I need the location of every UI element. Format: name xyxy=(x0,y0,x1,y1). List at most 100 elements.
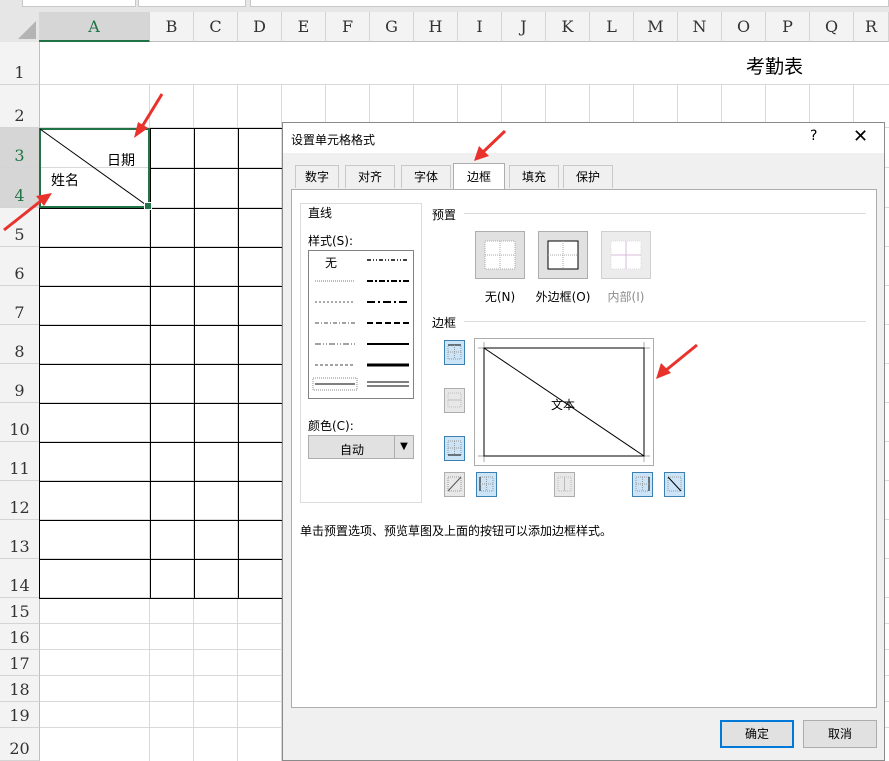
style-label: 样式(S): xyxy=(308,234,354,248)
row-header-12[interactable]: 12 xyxy=(0,481,40,520)
tab-alignment[interactable]: 对齐 xyxy=(345,165,395,188)
column-header-l[interactable]: L xyxy=(590,12,634,42)
row-header-9[interactable]: 9 xyxy=(0,364,40,403)
table-border xyxy=(39,520,282,521)
close-button[interactable]: ✕ xyxy=(853,126,868,147)
table-border xyxy=(39,442,282,443)
row-header-16[interactable]: 16 xyxy=(0,624,40,650)
border-bottom-button[interactable] xyxy=(444,436,465,461)
name-box-remnant[interactable] xyxy=(22,0,136,7)
table-border xyxy=(39,481,282,482)
hint-text: 单击预置选项、预览草图及上面的按钮可以添加边框样式。 xyxy=(300,524,613,538)
preset-none-button[interactable] xyxy=(475,231,525,279)
row-header-2[interactable]: 2 xyxy=(0,85,40,128)
row-header-13[interactable]: 13 xyxy=(0,520,40,559)
table-border xyxy=(39,559,282,560)
red-arrow-icon xyxy=(656,343,698,379)
style-none-label: 无 xyxy=(325,256,338,270)
border-top-icon xyxy=(447,344,462,360)
border-right-button[interactable] xyxy=(632,472,653,497)
tab-protection[interactable]: 保护 xyxy=(563,165,613,188)
preset-inside-button[interactable] xyxy=(601,231,651,279)
ok-button[interactable]: 确定 xyxy=(720,720,794,748)
row-header-6[interactable]: 6 xyxy=(0,247,40,286)
column-header-g[interactable]: G xyxy=(370,12,414,42)
preset-label: 预置 xyxy=(432,208,457,222)
preset-inside-icon xyxy=(610,240,642,270)
title-cell[interactable]: 考勤表 xyxy=(746,52,803,79)
red-arrow-icon xyxy=(474,129,507,161)
border-left-icon xyxy=(479,476,494,492)
column-header-m[interactable]: M xyxy=(634,12,678,42)
column-header-q[interactable]: Q xyxy=(810,12,854,42)
row-header-20[interactable]: 20 xyxy=(0,728,40,761)
border-inside-horizontal-button[interactable] xyxy=(444,388,465,413)
row-header-17[interactable]: 17 xyxy=(0,650,40,676)
border-preview[interactable]: 文本 xyxy=(474,338,654,466)
border-diagonal-down-button[interactable] xyxy=(664,472,685,497)
line-style-list[interactable]: 无 xyxy=(308,250,414,399)
format-cells-dialog: 设置单元格格式 ? ✕ 数字 对齐 字体 边框 填充 保护 直线 样式(S): xyxy=(282,122,885,761)
table-border xyxy=(194,128,195,598)
column-header-b[interactable]: B xyxy=(150,12,194,42)
preset-divider xyxy=(464,213,866,214)
column-header-h[interactable]: H xyxy=(414,12,458,42)
preset-inside-label: 内部(I) xyxy=(607,290,645,304)
table-border xyxy=(150,168,282,169)
row-header-18[interactable]: 18 xyxy=(0,676,40,702)
row-header-15[interactable]: 15 xyxy=(0,598,40,624)
cell-name-label: 姓名 xyxy=(51,173,79,189)
row-header-14[interactable]: 14 xyxy=(0,559,40,598)
column-header-o[interactable]: O xyxy=(722,12,766,42)
fill-handle[interactable] xyxy=(144,202,152,210)
row-header-19[interactable]: 19 xyxy=(0,702,40,728)
formula-bar-remnant[interactable] xyxy=(250,0,889,7)
border-diagonal-up-button[interactable] xyxy=(444,472,465,497)
border-divider xyxy=(464,321,866,322)
column-header-c[interactable]: C xyxy=(194,12,238,42)
preset-none-icon xyxy=(484,240,516,270)
row-header-11[interactable]: 11 xyxy=(0,442,40,481)
border-inside-vertical-button[interactable] xyxy=(554,472,575,497)
row-header-8[interactable]: 8 xyxy=(0,325,40,364)
column-header-r[interactable]: R xyxy=(854,12,889,42)
row-header-10[interactable]: 10 xyxy=(0,403,40,442)
dialog-title: 设置单元格格式 xyxy=(291,133,376,147)
preset-outline-button[interactable] xyxy=(538,231,588,279)
tab-fill[interactable]: 填充 xyxy=(509,165,559,188)
column-header-n[interactable]: N xyxy=(678,12,722,42)
column-header-k[interactable]: K xyxy=(546,12,590,42)
red-arrow-icon xyxy=(134,93,164,138)
border-left-button[interactable] xyxy=(476,472,497,497)
row-header-3[interactable]: 3 xyxy=(0,128,40,168)
column-header-i[interactable]: I xyxy=(458,12,502,42)
cell-a3-selected[interactable]: 日期 姓名 xyxy=(39,128,152,210)
cell-date-label: 日期 xyxy=(107,153,135,169)
tab-font[interactable]: 字体 xyxy=(401,165,451,188)
color-select[interactable]: 自动 ▼ xyxy=(308,435,414,459)
row-header-7[interactable]: 7 xyxy=(0,286,40,325)
preview-text: 文本 xyxy=(551,398,576,412)
help-button[interactable]: ? xyxy=(810,128,817,144)
border-right-icon xyxy=(635,476,650,492)
table-border xyxy=(238,128,239,598)
row-header-1[interactable]: 1 xyxy=(0,42,40,85)
column-header-e[interactable]: E xyxy=(282,12,326,42)
line-group-label: 直线 xyxy=(306,204,335,221)
red-arrow-icon xyxy=(3,193,52,232)
tab-border[interactable]: 边框 xyxy=(453,163,505,190)
border-inside-vertical-icon xyxy=(557,476,572,492)
column-header-j[interactable]: J xyxy=(502,12,546,42)
cancel-button[interactable]: 取消 xyxy=(803,720,877,748)
table-border xyxy=(39,208,282,209)
column-header-p[interactable]: P xyxy=(766,12,810,42)
border-top-button[interactable] xyxy=(444,340,465,365)
table-border xyxy=(39,364,282,365)
tab-number[interactable]: 数字 xyxy=(295,165,339,188)
column-header-d[interactable]: D xyxy=(238,12,282,42)
border-diagonal-up-icon xyxy=(447,476,462,492)
select-all-corner[interactable] xyxy=(0,12,40,43)
toolbar-remnant[interactable] xyxy=(138,0,246,7)
column-header-a[interactable]: A xyxy=(39,12,150,42)
column-header-f[interactable]: F xyxy=(326,12,370,42)
